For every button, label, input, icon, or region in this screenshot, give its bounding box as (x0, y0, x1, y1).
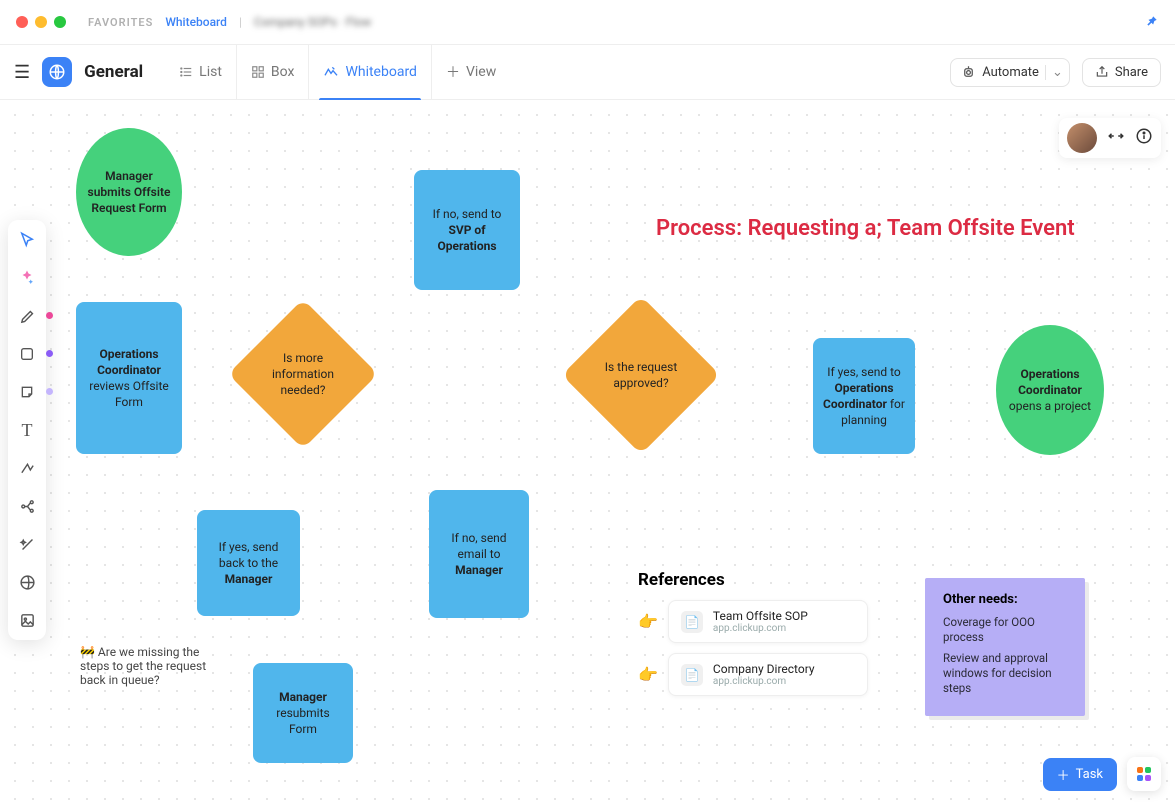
breadcrumb-blurred: Company SOPs · Flow (254, 15, 371, 29)
tab-whiteboard[interactable]: Whiteboard (308, 44, 431, 100)
automate-button[interactable]: Automate ⌄ (950, 58, 1070, 87)
canvas-bottom-controls: ＋Task (1043, 757, 1161, 791)
avatar[interactable] (1067, 123, 1097, 153)
node-sendback[interactable]: If yes, send back to the Manager (197, 510, 300, 616)
tab-add-view[interactable]: ＋ View (431, 44, 510, 100)
needs-heading: Other needs: (943, 592, 1067, 607)
tab-box[interactable]: Box (236, 44, 309, 100)
info-icon[interactable] (1135, 127, 1153, 150)
reference-card[interactable]: 📄 Team Offsite SOPapp.clickup.com (668, 600, 868, 643)
tab-addview-label: View (466, 64, 496, 80)
node-open[interactable]: Operations Coordinator opens a project (996, 325, 1104, 455)
maximize-icon[interactable] (54, 16, 66, 28)
comment-sticky[interactable]: 🚧 Are we missing the steps to get the re… (80, 645, 220, 687)
pin-icon[interactable] (1145, 14, 1159, 31)
doc-icon: 📄 (681, 664, 703, 686)
tab-list-label: List (199, 64, 222, 80)
reference-card[interactable]: 📄 Company Directoryapp.clickup.com (668, 653, 868, 696)
node-review[interactable]: Operations Coordinator reviews Offsite F… (76, 302, 182, 454)
node-resubmit[interactable]: Manager resubmits Form (253, 663, 353, 763)
menu-icon[interactable]: ☰ (14, 62, 30, 83)
pointing-icon: 👉 (638, 665, 658, 684)
pointing-icon: 👉 (638, 612, 658, 631)
tab-whiteboard-label: Whiteboard (345, 64, 417, 80)
references-block[interactable]: References 👉 📄 Team Offsite SOPapp.click… (638, 570, 868, 706)
needs-item: Review and approval windows for decision… (943, 651, 1067, 696)
minimize-icon[interactable] (35, 16, 47, 28)
other-needs-sticky[interactable]: Other needs: Coverage for OOO process Re… (925, 578, 1085, 716)
reference-row[interactable]: 👉 📄 Team Offsite SOPapp.clickup.com (638, 600, 868, 643)
text-tool[interactable]: T (13, 416, 41, 444)
new-task-button[interactable]: ＋Task (1043, 758, 1117, 791)
doc-icon: 📄 (681, 611, 703, 633)
apps-button[interactable] (1127, 757, 1161, 791)
whiteboard-canvas[interactable]: T Process: Requesting a; Team Offsite Ev… (0, 100, 1175, 805)
toolbox: T (8, 220, 46, 640)
references-heading: References (638, 570, 868, 590)
node-plan[interactable]: If yes, send to Operations Coordinator f… (813, 338, 915, 454)
magic-tool[interactable] (13, 530, 41, 558)
node-approved[interactable]: Is the request approved? (562, 296, 720, 454)
favorites-label: FAVORITES (88, 16, 153, 29)
mindmap-tool[interactable] (13, 492, 41, 520)
tab-list[interactable]: List (165, 44, 236, 100)
node-svp[interactable]: If no, send to SVP of Operations (414, 170, 520, 290)
space-name[interactable]: General (84, 62, 143, 82)
image-tool[interactable] (13, 606, 41, 634)
process-title[interactable]: Process: Requesting a; Team Offsite Even… (656, 216, 1075, 241)
embed-tool[interactable] (13, 568, 41, 596)
titlebar: FAVORITES Whiteboard | Company SOPs · Fl… (0, 0, 1175, 44)
close-icon[interactable] (16, 16, 28, 28)
sticky-tool[interactable] (13, 378, 41, 406)
view-bar: ☰ General List Box Whiteboard ＋ View Aut… (0, 44, 1175, 100)
share-label: Share (1115, 65, 1148, 80)
connector-tool[interactable] (13, 454, 41, 482)
fit-width-icon[interactable] (1107, 127, 1125, 150)
share-button[interactable]: Share (1082, 58, 1161, 87)
node-start[interactable]: Manager submits Offsite Request Form (76, 128, 182, 256)
cursor-tool[interactable] (13, 226, 41, 254)
node-moreinfo[interactable]: Is more information needed? (228, 299, 378, 449)
reference-row[interactable]: 👉 📄 Company Directoryapp.clickup.com (638, 653, 868, 696)
chevron-down-icon[interactable]: ⌄ (1045, 65, 1063, 80)
node-noemail[interactable]: If no, send email to Manager (429, 490, 529, 618)
plus-icon: ＋ (1057, 765, 1070, 784)
needs-item: Coverage for OOO process (943, 615, 1067, 645)
window-controls[interactable] (16, 16, 66, 28)
space-icon[interactable] (42, 57, 72, 87)
shape-tool[interactable] (13, 340, 41, 368)
pen-tool[interactable] (13, 302, 41, 330)
automate-label: Automate (982, 65, 1039, 80)
plus-icon: ＋ (446, 62, 460, 82)
ai-tool[interactable] (13, 264, 41, 292)
breadcrumb-item[interactable]: Whiteboard (165, 15, 227, 29)
canvas-controls (1059, 118, 1161, 158)
tab-box-label: Box (271, 64, 295, 80)
